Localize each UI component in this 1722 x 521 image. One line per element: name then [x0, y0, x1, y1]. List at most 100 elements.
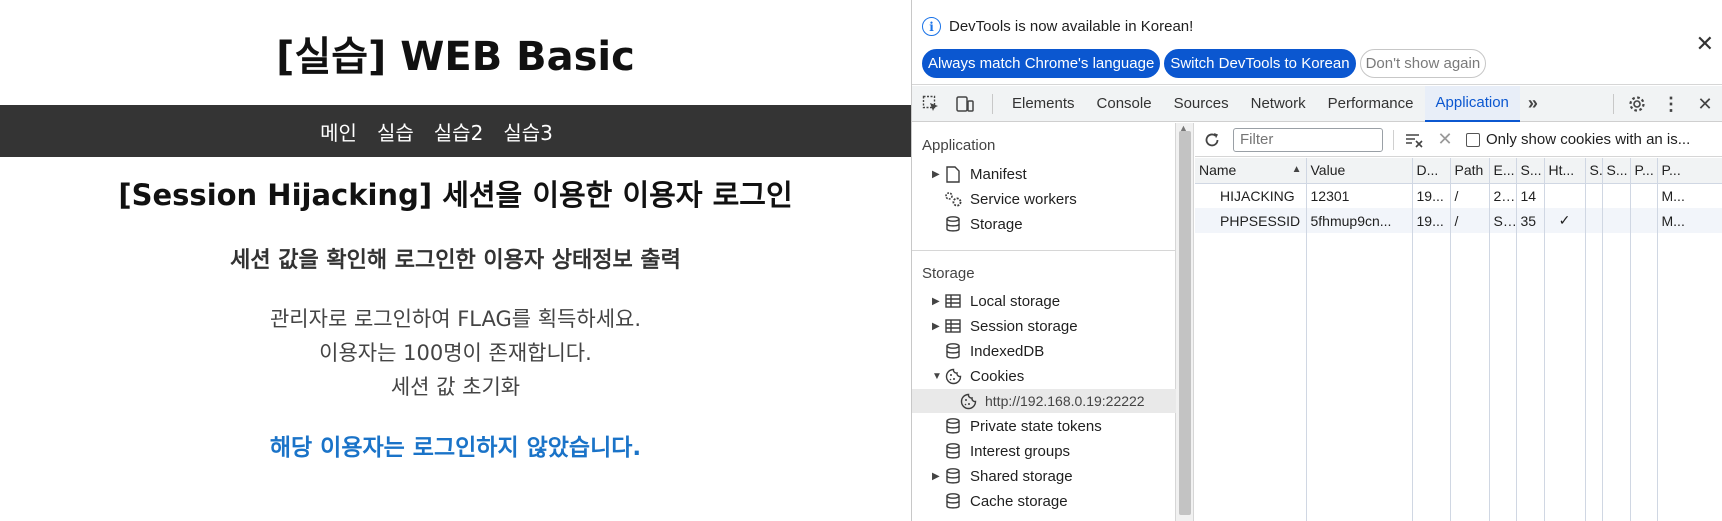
sidebar-item-cookie-origin[interactable]: http://192.168.0.19:22222	[912, 389, 1176, 413]
expand-arrow-icon[interactable]: ▶	[932, 169, 942, 180]
tab-elements[interactable]: Elements	[1001, 86, 1086, 122]
more-tabs-icon[interactable]: »	[1520, 86, 1546, 122]
empty-cell	[1412, 233, 1451, 521]
database-icon	[942, 466, 964, 486]
cell-size: 14	[1516, 183, 1545, 208]
collapse-arrow-icon[interactable]: ▼	[932, 371, 942, 382]
sidebar-item-label: Session storage	[970, 317, 1078, 335]
cell-name: HIJACKING	[1195, 183, 1307, 208]
always-match-language-button[interactable]: Always match Chrome's language	[922, 49, 1161, 78]
database-icon	[942, 416, 964, 436]
column-header-size[interactable]: S...	[1516, 158, 1545, 184]
tab-network[interactable]: Network	[1240, 86, 1317, 122]
cell-expires: S...	[1489, 208, 1517, 233]
filter-input[interactable]	[1233, 127, 1383, 152]
column-header-priority[interactable]: P...	[1657, 158, 1722, 184]
settings-gear-icon[interactable]	[1620, 86, 1654, 122]
inspect-element-icon[interactable]	[914, 86, 948, 122]
sidebar-item-interest-groups[interactable]: Interest groups	[912, 439, 1176, 463]
empty-cell	[1602, 233, 1631, 521]
cell-httponly	[1544, 183, 1586, 208]
nav-link-practice[interactable]: 실습	[377, 117, 414, 146]
expand-arrow-icon[interactable]: ▶	[932, 471, 942, 482]
column-header-samesite[interactable]: S...	[1602, 158, 1631, 184]
cell-size: 35	[1516, 208, 1545, 233]
sidebar-item-label: Shared storage	[970, 467, 1073, 485]
toolbar-separator-right	[1613, 94, 1614, 114]
column-header-domain[interactable]: D...	[1412, 158, 1451, 184]
tab-application[interactable]: Application	[1424, 85, 1520, 122]
cell-partition-key	[1630, 208, 1658, 233]
table-row[interactable]: HIJACKING 12301 19... / 2... 14 M...	[1195, 183, 1722, 208]
sidebar-item-service-workers[interactable]: Service workers	[912, 187, 1176, 211]
empty-cell	[1657, 233, 1722, 521]
scrollbar-thumb[interactable]	[1179, 131, 1191, 515]
cell-priority: M...	[1657, 208, 1722, 233]
column-header-value[interactable]: Value	[1306, 158, 1413, 184]
sidebar-item-session-storage[interactable]: ▶ Session storage	[912, 314, 1176, 338]
info-icon: i	[922, 17, 941, 36]
tab-sources[interactable]: Sources	[1163, 86, 1240, 122]
column-header-partition-key[interactable]: P...	[1630, 158, 1658, 184]
database-icon	[942, 491, 964, 511]
sidebar-item-label: Cache storage	[970, 492, 1068, 510]
sidebar-item-shared-storage[interactable]: ▶ Shared storage	[912, 464, 1176, 488]
toolbar-separator	[992, 93, 993, 114]
clear-all-cookies-icon[interactable]	[1400, 132, 1430, 148]
sidebar-item-cookies[interactable]: ▼ Cookies	[912, 364, 1176, 388]
column-header-secure[interactable]: S.	[1585, 158, 1603, 184]
delete-selected-icon[interactable]: ✕	[1430, 129, 1460, 150]
sidebar-item-indexeddb[interactable]: IndexedDB	[912, 339, 1176, 363]
database-icon	[942, 214, 964, 234]
empty-cell	[1306, 233, 1413, 521]
refresh-icon[interactable]	[1197, 131, 1227, 149]
sidebar-item-label: Local storage	[970, 292, 1061, 310]
cell-samesite	[1602, 208, 1631, 233]
empty-cell	[1489, 233, 1517, 521]
cell-httponly: ✓	[1544, 208, 1586, 233]
page-subheading: 세션 값을 확인해 로그인한 이용자 상태정보 출력	[230, 248, 681, 273]
devtools-toolbar: Elements Console Sources Network Perform…	[912, 85, 1722, 122]
column-header-httponly[interactable]: Ht...	[1544, 158, 1586, 184]
close-devtools-icon[interactable]: ✕	[1688, 86, 1722, 122]
tab-console[interactable]: Console	[1086, 86, 1163, 122]
more-options-icon[interactable]: ⋮	[1654, 86, 1688, 122]
infobar-message-row: i DevTools is now available in Korean!	[922, 17, 1193, 36]
empty-cell	[1630, 233, 1658, 521]
sidebar-item-private-state-tokens[interactable]: Private state tokens	[912, 414, 1176, 438]
table-row[interactable]: PHPSESSID 5fhmup9cn... 19... / S... 35 ✓…	[1195, 208, 1722, 233]
sidebar-item-cache-storage[interactable]: Cache storage	[912, 489, 1176, 513]
sidebar-item-label: IndexedDB	[970, 342, 1045, 360]
column-header-path[interactable]: Path	[1450, 158, 1490, 184]
gears-icon	[942, 189, 964, 209]
column-header-expires[interactable]: E...	[1489, 158, 1517, 184]
session-reset-link[interactable]: 세션 값 초기화	[0, 371, 911, 401]
nav-link-main[interactable]: 메인	[320, 117, 357, 146]
tab-performance[interactable]: Performance	[1317, 86, 1425, 122]
infobar-close-icon[interactable]: ✕	[1696, 31, 1714, 57]
sidebar-item-storage[interactable]: Storage	[912, 212, 1176, 236]
nav-link-practice3[interactable]: 실습3	[503, 117, 553, 146]
webpage-viewport: [실습] WEB Basic 메인 실습 실습2 실습3 [Session Hi…	[0, 0, 911, 521]
cell-path: /	[1450, 183, 1490, 208]
cell-secure	[1585, 208, 1603, 233]
cell-secure	[1585, 183, 1603, 208]
expand-arrow-icon[interactable]: ▶	[932, 296, 942, 307]
switch-to-korean-button[interactable]: Switch DevTools to Korean	[1164, 49, 1356, 78]
cell-domain: 19...	[1412, 208, 1451, 233]
cell-path: /	[1450, 208, 1490, 233]
nav-link-practice2[interactable]: 실습2	[434, 117, 484, 146]
table-grid-icon	[942, 316, 964, 336]
device-toolbar-icon[interactable]	[948, 86, 982, 122]
expand-arrow-icon[interactable]: ▶	[932, 321, 942, 332]
sidebar-item-local-storage[interactable]: ▶ Local storage	[912, 289, 1176, 313]
cell-samesite	[1602, 183, 1631, 208]
sidebar-item-label: Private state tokens	[970, 417, 1102, 435]
column-header-name[interactable]: Name ▲	[1195, 158, 1307, 184]
sidebar-scrollbar[interactable]: ▲	[1176, 123, 1194, 521]
sidebar-item-manifest[interactable]: ▶ Manifest	[912, 162, 1176, 186]
dont-show-again-button[interactable]: Don't show again	[1359, 49, 1487, 78]
login-status-message: 해당 이용자는 로그인하지 않았습니다.	[269, 435, 642, 461]
filter-separator	[1393, 129, 1394, 150]
only-show-issues-checkbox[interactable]	[1466, 132, 1480, 147]
